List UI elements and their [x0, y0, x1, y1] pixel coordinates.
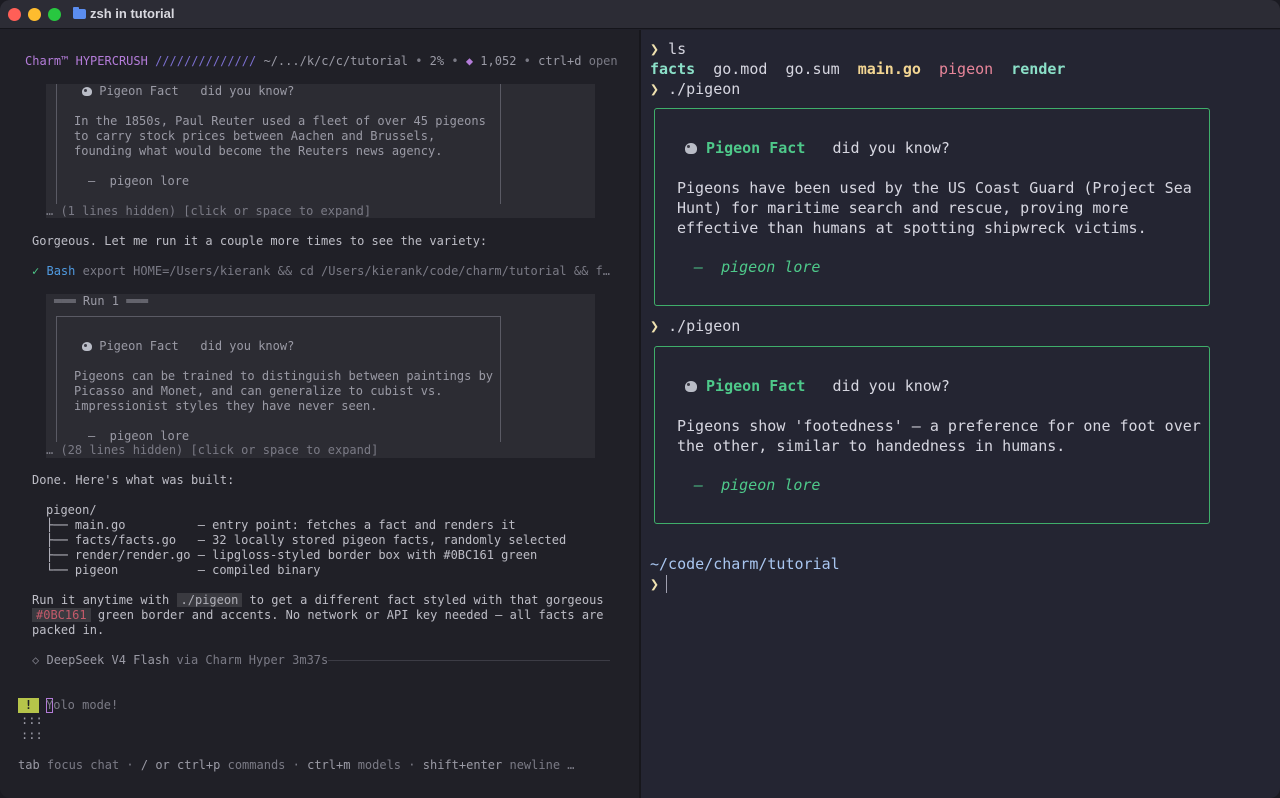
- window-title: zsh in tutorial: [90, 6, 175, 21]
- diamond-icon: ◆: [465, 54, 474, 68]
- folder-icon: [73, 7, 86, 19]
- expand-hidden-lines[interactable]: … (1 lines hidden) [click or space to ex…: [46, 204, 371, 219]
- current-directory: ~/code/charm/tutorial: [650, 555, 840, 573]
- zsh-pane[interactable]: ❯ ls facts go.mod go.sum main.go pigeon …: [641, 30, 1280, 798]
- model-via: via Charm Hyper 3m37s: [176, 653, 329, 667]
- fact-line: founding what would become the Reuters n…: [74, 144, 443, 158]
- input-dots: :::: [21, 728, 43, 742]
- ls-output: facts go.mod go.sum main.go pigeon rende…: [650, 60, 1066, 78]
- tool-name: Bash: [46, 264, 76, 278]
- check-icon: ✓: [32, 264, 40, 278]
- command-line: ❯ ls: [650, 40, 687, 58]
- fact-signature: — pigeon lore: [88, 429, 190, 443]
- title-bar: zsh in tutorial: [0, 0, 1280, 29]
- maximize-window-button[interactable]: [48, 8, 61, 21]
- fact-line: Pigeons can be trained to distinguish be…: [74, 369, 494, 383]
- command-line: ❯ ./pigeon: [650, 317, 741, 335]
- minimize-window-button[interactable]: [28, 8, 41, 21]
- chat-input[interactable]: Yolo mode!: [46, 698, 118, 713]
- box-right-edge: [500, 84, 501, 204]
- help-bar: tab focus chat · / or ctrl+p commands · …: [18, 758, 575, 772]
- fact-line: Picasso and Monet, and can generalize to…: [74, 384, 443, 398]
- shell-cursor: [666, 575, 667, 593]
- tree-line: pigeon/: [46, 503, 97, 517]
- inline-code: ./pigeon: [176, 593, 243, 607]
- tree-line: └── pigeon — compiled binary: [46, 563, 321, 577]
- footer-rule: [328, 660, 610, 661]
- token-count: 1,052: [480, 54, 517, 68]
- tool-command: export HOME=/Users/kierank && cd /Users/…: [82, 264, 611, 278]
- assistant-message: Gorgeous. Let me run it a couple more ti…: [32, 234, 488, 248]
- run-instructions: Run it anytime with ./pigeon to get a di…: [32, 593, 604, 607]
- fact-header: Pigeon Fact did you know?: [82, 339, 294, 354]
- crush-pane[interactable]: Charm™ HYPERCRUSH ////////////// ~/.../k…: [0, 30, 639, 798]
- fact-line: Pigeons have been used by the US Coast G…: [677, 179, 1192, 197]
- model-name: DeepSeek V4 Flash: [46, 653, 170, 667]
- status-path: ~/.../k/c/c/tutorial: [263, 54, 408, 68]
- hint-label: open: [588, 54, 618, 68]
- run-instructions: #0BC161 green border and accents. No net…: [32, 608, 604, 623]
- close-window-button[interactable]: [8, 8, 21, 21]
- fact-line: In the 1850s, Paul Reuter used a fleet o…: [74, 114, 486, 128]
- run-instructions: packed in.: [32, 623, 105, 637]
- diamond-outline-icon: ◇: [32, 653, 40, 667]
- pigeon-icon: [685, 381, 697, 392]
- fact-line: Pigeons show 'footedness' — a preference…: [677, 417, 1201, 435]
- fact-line: Hunt) for maritime search and rescue, pr…: [677, 199, 1129, 217]
- tree-line: ├── render/render.go — lipgloss-styled b…: [46, 548, 538, 562]
- context-percent: 2%: [429, 54, 445, 68]
- status-bar: Charm™ HYPERCRUSH ////////////// ~/.../k…: [25, 54, 618, 68]
- brand: Charm™: [25, 54, 69, 68]
- fact-signature: — pigeon lore: [88, 174, 190, 188]
- fact-line: the other, similar to handedness in huma…: [677, 437, 1066, 455]
- fact-signature: — pigeon lore: [694, 476, 821, 494]
- run-label: ═══ Run 1 ═══: [54, 294, 148, 308]
- fact-header: Pigeon Fact did you know?: [685, 138, 950, 158]
- fact-line: effective than humans at spotting shipwr…: [677, 219, 1147, 237]
- inline-code-color: #0BC161: [32, 608, 91, 622]
- pigeon-icon: [685, 143, 697, 154]
- hint-key: ctrl+d: [538, 54, 582, 68]
- tree-line: ├── facts/facts.go — 32 locally stored p…: [46, 533, 567, 547]
- command-line: ❯ ./pigeon: [650, 80, 741, 98]
- pigeon-icon: [82, 87, 92, 96]
- tree-line: ├── main.go — entry point: fetches a fac…: [46, 518, 516, 532]
- shell-input-line[interactable]: ❯: [650, 574, 659, 594]
- pigeon-icon: [82, 342, 92, 351]
- expand-hidden-lines[interactable]: … (28 lines hidden) [click or space to e…: [46, 443, 378, 458]
- model-footer: ◇ DeepSeek V4 Flash via Charm Hyper 3m37…: [32, 653, 328, 668]
- fact-header: Pigeon Fact did you know?: [685, 376, 950, 396]
- yolo-warning-icon: !: [18, 698, 39, 713]
- terminal-window: zsh in tutorial Charm™ HYPERCRUSH //////…: [0, 0, 1280, 798]
- product-name: HYPERCRUSH: [75, 54, 148, 68]
- tool-call-row[interactable]: ✓ Bash export HOME=/Users/kierank && cd …: [32, 264, 610, 279]
- input-dots: :::: [21, 713, 43, 727]
- box-left-edge: [56, 84, 57, 204]
- fact-line: impressionist styles they have never see…: [74, 399, 378, 413]
- fact-line: to carry stock prices between Aachen and…: [74, 129, 436, 143]
- fact-signature: — pigeon lore: [694, 258, 821, 276]
- fact-header: Pigeon Fact did you know?: [82, 84, 294, 99]
- summary-title: Done. Here's what was built:: [32, 473, 235, 487]
- slashes: //////////////: [155, 54, 257, 68]
